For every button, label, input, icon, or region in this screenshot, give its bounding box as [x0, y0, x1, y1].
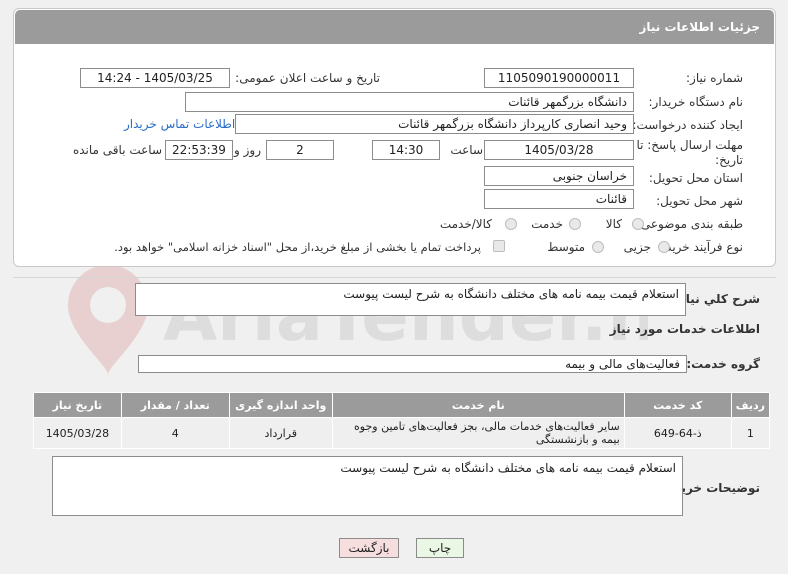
cell-row-number: 1 [730, 417, 771, 449]
cell-unit: قرارداد [228, 417, 333, 449]
back-button[interactable]: بازگشت [339, 538, 399, 558]
summary-label: شرح کلي نياز: [674, 292, 760, 306]
buyer-notes-textarea[interactable]: استعلام قیمت بیمه نامه های مختلف دانشگاه… [52, 456, 683, 516]
summary-textarea[interactable]: استعلام قیمت بیمه نامه های مختلف دانشگاه… [135, 283, 686, 316]
cell-need-date: 1405/03/28 [33, 417, 122, 449]
col-quantity: تعداد / مقدار [120, 392, 230, 418]
creator-field: وحید انصاری کارپرداز دانشگاه بزرگمهر قائ… [235, 114, 634, 134]
creator-label: ایجاد کننده درخواست: [632, 118, 743, 132]
col-service-name: نام خدمت [331, 392, 625, 418]
province-label: استان محل تحویل: [648, 171, 743, 185]
category-radio-goods-service[interactable] [505, 218, 517, 230]
category-radio-service[interactable] [569, 218, 581, 230]
need-number-label: شماره نیاز: [686, 71, 743, 85]
treasury-payment-checkbox[interactable] [493, 240, 505, 252]
services-table: ردیف کد خدمت نام خدمت واحد اندازه گیری ت… [33, 392, 771, 449]
location-pin-icon [68, 265, 148, 375]
print-button[interactable]: چاپ [416, 538, 464, 558]
buyer-org-field: دانشگاه بزرگمهر قائنات [185, 92, 634, 112]
cell-quantity: 4 [120, 417, 230, 449]
col-row-number: ردیف [730, 392, 771, 418]
process-option-medium: متوسط [547, 240, 585, 254]
table-header-row: ردیف کد خدمت نام خدمت واحد اندازه گیری ت… [33, 392, 771, 418]
need-number-field: 1105090190000011 [484, 68, 634, 88]
treasury-payment-note: پرداخت تمام یا بخشی از مبلغ خرید،از محل … [114, 240, 481, 254]
service-group-field: فعالیت‌های مالی و بیمه [138, 355, 687, 373]
panel-title: جزئیات اطلاعات نیاز [15, 10, 774, 44]
remaining-time-field: 22:53:39 [165, 140, 233, 160]
announce-datetime-field: 1405/03/25 - 14:24 [80, 68, 230, 88]
deadline-date-field: 1405/03/28 [484, 140, 634, 160]
category-option-goods: کالا [605, 217, 622, 231]
divider [13, 277, 776, 278]
services-section-title: اطلاعات خدمات مورد نياز [609, 322, 760, 336]
deadline-label-2: تاریخ: [715, 153, 743, 167]
days-label: روز و [234, 143, 261, 157]
category-label: طبقه بندی موضوعی: [636, 217, 743, 231]
col-need-date: تاریخ نیاز [33, 392, 122, 418]
col-unit: واحد اندازه گیری [228, 392, 333, 418]
table-row: 1 ذ-64-649 سایر فعالیت‌های خدمات مالی، ب… [33, 417, 771, 449]
cell-service-code: ذ-64-649 [623, 417, 732, 449]
province-field: خراسان جنوبی [484, 166, 634, 186]
deadline-time-field: 14:30 [372, 140, 440, 160]
process-radio-medium[interactable] [592, 241, 604, 253]
remaining-time-label: ساعت باقی مانده [72, 143, 162, 157]
buyer-org-label: نام دستگاه خریدار: [648, 95, 744, 109]
deadline-label: مهلت ارسال پاسخ: تا [636, 138, 743, 152]
service-group-label: گروه خدمت: [686, 357, 760, 371]
col-service-code: کد خدمت [623, 392, 732, 418]
cell-service-name: سایر فعالیت‌های خدمات مالی، بجز فعالیت‌ه… [331, 417, 625, 449]
city-field: قائنات [484, 189, 634, 209]
deadline-time-label: ساعت [450, 143, 483, 157]
city-label: شهر محل تحویل: [656, 194, 743, 208]
process-option-minor: جزیی [623, 240, 651, 254]
process-type-label: نوع فرآیند خرید : [658, 240, 743, 254]
process-radio-minor[interactable] [658, 241, 670, 253]
category-radio-goods[interactable] [632, 218, 644, 230]
buyer-contact-link[interactable]: اطلاعات تماس خریدار [124, 117, 235, 131]
remaining-days-field: 2 [266, 140, 334, 160]
category-option-goods-service: کالا/خدمت [439, 217, 492, 231]
category-option-service: خدمت [531, 217, 563, 231]
announce-datetime-label: تاریخ و ساعت اعلان عمومی: [235, 71, 380, 85]
